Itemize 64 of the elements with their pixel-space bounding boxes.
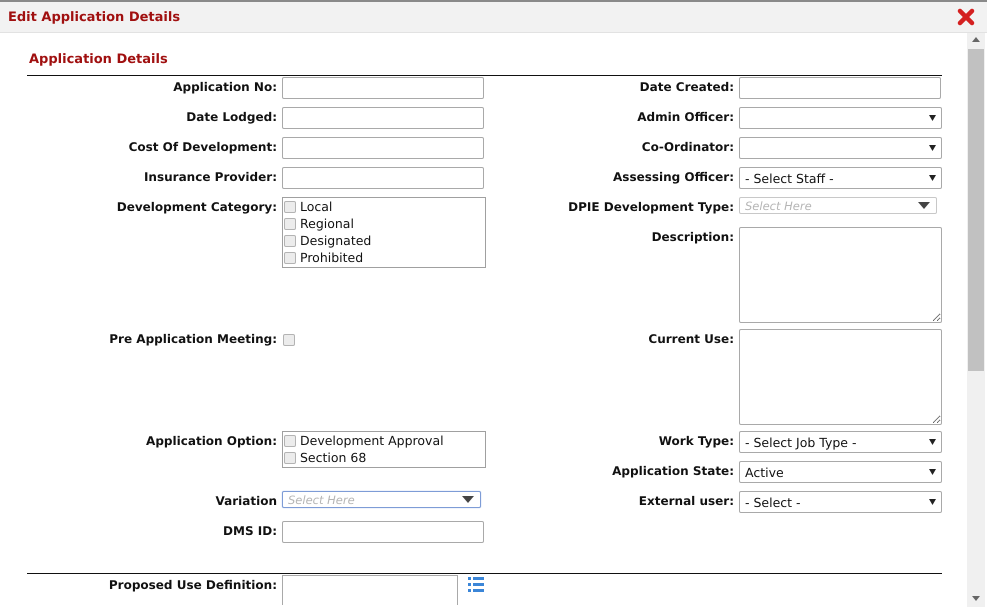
checkbox[interactable] xyxy=(284,234,296,246)
checkbox[interactable] xyxy=(284,200,296,212)
checkbox[interactable] xyxy=(284,252,296,264)
text-field[interactable] xyxy=(282,77,484,99)
caret-icon xyxy=(929,438,936,446)
field-label: Description: xyxy=(650,229,734,246)
scroll-down-icon xyxy=(972,596,980,601)
checkbox[interactable] xyxy=(284,218,296,230)
field-label: Proposed Use Definition: xyxy=(108,577,277,594)
dropdown[interactable]: - Select Job Type - xyxy=(739,431,942,453)
option-label: Development Approval xyxy=(300,433,444,448)
text-field[interactable] xyxy=(282,137,484,159)
list-icon[interactable] xyxy=(468,577,484,592)
field-label: Date Lodged: xyxy=(185,109,277,126)
checkbox[interactable] xyxy=(284,452,296,464)
field-label: Cost Of Development: xyxy=(128,139,277,156)
scrollbar[interactable] xyxy=(967,33,985,607)
field-label: Admin Officer: xyxy=(636,109,734,126)
caret-icon xyxy=(929,144,936,152)
field-label: Pre Application Meeting: xyxy=(108,331,277,348)
field-label: Date Created: xyxy=(638,79,734,96)
caret-icon xyxy=(929,114,936,122)
field-label: Application Option: xyxy=(145,433,277,450)
dropdown[interactable] xyxy=(739,107,942,129)
text-area[interactable] xyxy=(739,329,942,425)
close-icon[interactable] xyxy=(957,8,975,26)
caret-icon xyxy=(462,496,474,503)
field-label: DMS ID: xyxy=(222,523,277,540)
text-area[interactable] xyxy=(739,227,942,323)
option-label: Local xyxy=(300,199,332,214)
dropdown[interactable]: - Select Staff - xyxy=(739,167,942,189)
field-label: Insurance Provider: xyxy=(142,169,277,186)
scroll-up-icon xyxy=(972,37,980,42)
field-label: Current Use: xyxy=(647,331,734,348)
field-label: External user: xyxy=(638,493,734,510)
field-label: Application State: xyxy=(611,463,734,480)
dropdown[interactable]: Active xyxy=(739,461,942,483)
option-label: Prohibited xyxy=(300,250,364,265)
text-field[interactable] xyxy=(282,575,458,605)
option-label: Regional xyxy=(300,216,354,231)
text-field[interactable] xyxy=(739,77,941,99)
dialog-title: Edit Application Details xyxy=(8,10,180,24)
caret-icon xyxy=(918,202,930,209)
caret-icon xyxy=(929,498,936,506)
option-label: Section 68 xyxy=(300,450,366,465)
scrollbar-thumb[interactable] xyxy=(968,49,984,371)
checkbox[interactable] xyxy=(283,334,295,346)
field-label: DPIE Development Type: xyxy=(567,199,734,216)
caret-icon xyxy=(929,174,936,182)
field-label: Co-Ordinator: xyxy=(640,139,734,156)
caret-icon xyxy=(929,468,936,476)
checkbox[interactable] xyxy=(284,434,296,446)
field-label: Development Category: xyxy=(116,199,277,216)
text-field[interactable] xyxy=(282,521,484,543)
field-label: Work Type: xyxy=(658,433,734,450)
field-label: Variation xyxy=(214,493,277,510)
text-field[interactable] xyxy=(282,107,484,129)
text-field[interactable] xyxy=(282,167,484,189)
dropdown[interactable] xyxy=(739,137,942,159)
field-label: Assessing Officer: xyxy=(612,169,734,186)
section-title: Application Details xyxy=(29,52,169,69)
field-label: Application No: xyxy=(172,79,277,96)
dropdown[interactable]: - Select - xyxy=(739,491,942,513)
option-label: Designated xyxy=(300,233,372,248)
